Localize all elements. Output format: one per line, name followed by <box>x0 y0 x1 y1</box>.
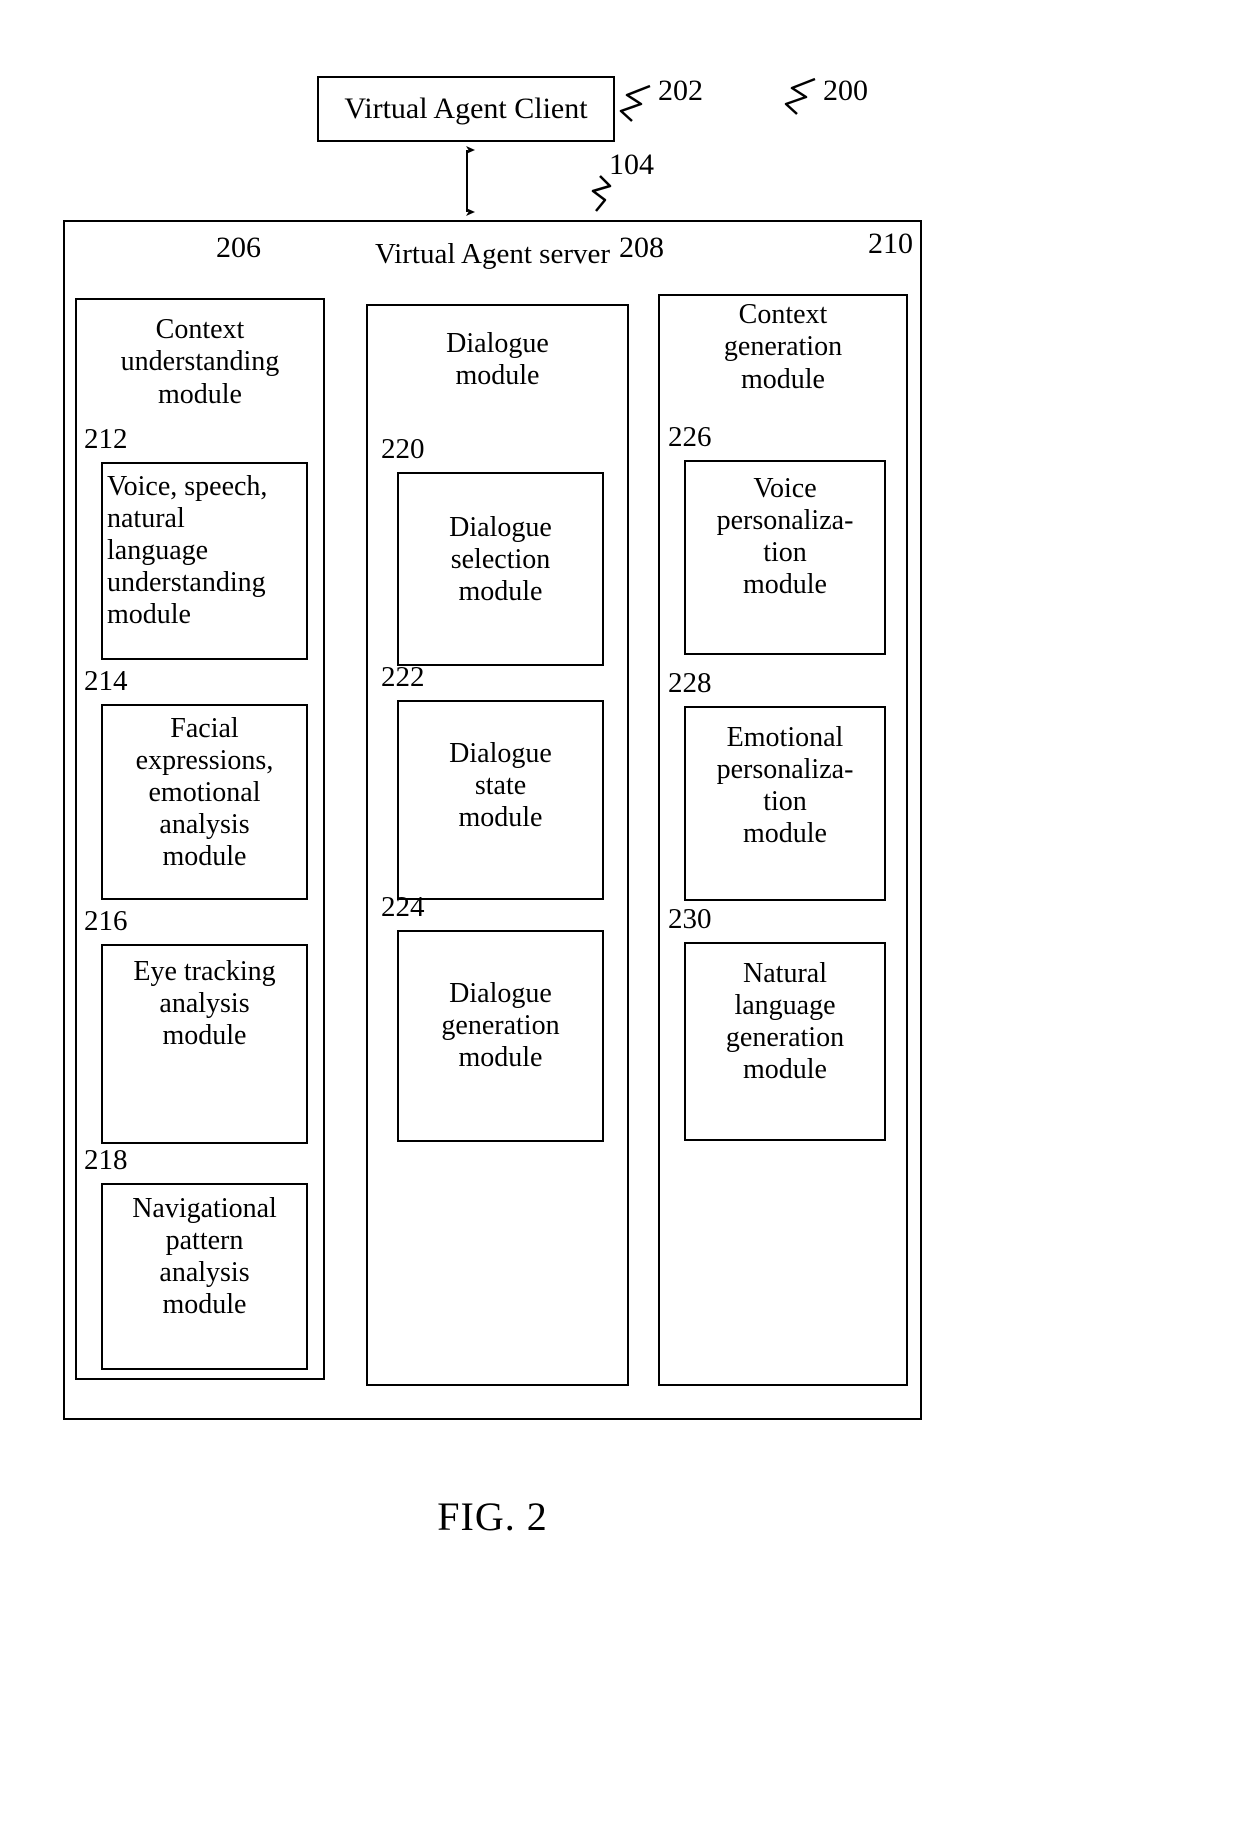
facial-expressions-emotional-analysis-module: Facial expressions, emotional analysis m… <box>101 704 308 900</box>
eye-tracking-analysis-module-label: Eye tracking analysis module <box>133 956 276 1051</box>
figure-caption: FIG. 2 <box>437 1494 548 1539</box>
ref-numeral-200: 200 <box>823 74 868 107</box>
ref-numeral-208: 208 <box>619 231 664 264</box>
voice-speech-nlu-module-label: Voice, speech, natural language understa… <box>107 471 268 630</box>
ref-numeral-220: 220 <box>381 433 425 465</box>
context-understanding-module-title: Context understanding module <box>120 314 280 410</box>
virtual-agent-client-box: Virtual Agent Client <box>317 76 615 142</box>
ref-numeral-224: 224 <box>381 891 425 923</box>
voice-personalization-module: Voice personaliza- tion module <box>684 460 886 655</box>
eye-tracking-analysis-module: Eye tracking analysis module <box>101 944 308 1144</box>
patent-figure-canvas: Virtual Agent Client 202 200 104 Virtual… <box>0 0 1240 1836</box>
natural-language-generation-module: Natural language generation module <box>684 942 886 1141</box>
ref-numeral-202: 202 <box>658 74 703 107</box>
ref-numeral-104: 104 <box>609 148 654 181</box>
navigational-pattern-analysis-module: Navigational pattern analysis module <box>101 1183 308 1370</box>
dialogue-generation-module: Dialogue generation module <box>397 930 604 1142</box>
natural-language-generation-module-label: Natural language generation module <box>725 958 845 1085</box>
context-generation-module-title: Context generation module <box>723 299 843 395</box>
ref-numeral-218: 218 <box>84 1144 128 1176</box>
ref-numeral-216: 216 <box>84 905 128 937</box>
navigational-pattern-analysis-module-label: Navigational pattern analysis module <box>132 1193 277 1320</box>
dialogue-selection-module: Dialogue selection module <box>397 472 604 666</box>
dialogue-state-module: Dialogue state module <box>397 700 604 900</box>
dialogue-state-module-label: Dialogue state module <box>449 738 552 833</box>
ref-numeral-212: 212 <box>84 423 128 455</box>
ref-numeral-226: 226 <box>668 421 712 453</box>
ref-numeral-214: 214 <box>84 665 128 697</box>
facial-expressions-emotional-analysis-module-label: Facial expressions, emotional analysis m… <box>135 713 274 872</box>
emotional-personalization-module-label: Emotional personaliza- tion module <box>716 722 854 849</box>
voice-speech-nlu-module: Voice, speech, natural language understa… <box>101 462 308 660</box>
dialogue-selection-module-label: Dialogue selection module <box>449 512 552 607</box>
virtual-agent-server-title: Virtual Agent server <box>374 238 611 270</box>
dialogue-generation-module-label: Dialogue generation module <box>441 978 560 1073</box>
ref-numeral-222: 222 <box>381 661 425 693</box>
virtual-agent-client-label: Virtual Agent Client <box>344 92 588 126</box>
voice-personalization-module-label: Voice personaliza- tion module <box>716 473 854 600</box>
ref-numeral-206: 206 <box>216 231 261 264</box>
ref-numeral-210: 210 <box>868 227 913 260</box>
dialogue-module-title: Dialogue module <box>446 328 549 392</box>
emotional-personalization-module: Emotional personaliza- tion module <box>684 706 886 901</box>
ref-numeral-230: 230 <box>668 903 712 935</box>
ref-numeral-228: 228 <box>668 667 712 699</box>
